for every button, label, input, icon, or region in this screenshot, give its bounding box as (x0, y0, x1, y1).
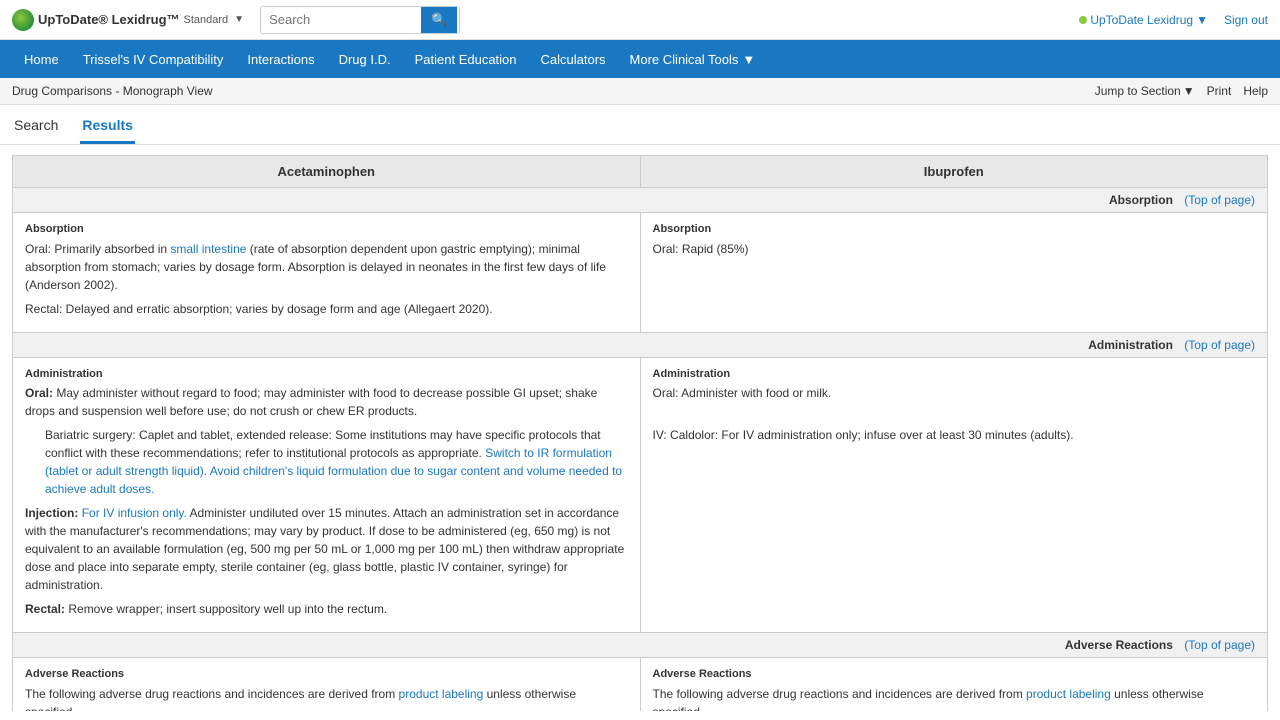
header-right: UpToDate Lexidrug ▼ Sign out (1079, 13, 1268, 27)
product-labeling-link-col2[interactable]: product labeling (1026, 687, 1111, 701)
breadcrumb-right: Jump to Section ▼ Print Help (1095, 84, 1268, 98)
uptodatelexidrug-chevron-icon: ▼ (1196, 13, 1208, 27)
administration-col1-label: Administration (25, 366, 628, 383)
nav-item-drugid[interactable]: Drug I.D. (327, 42, 403, 77)
absorption-label: Absorption (1109, 193, 1173, 207)
absorption-content-row: Absorption Oral: Primarily absorbed in s… (13, 213, 1268, 333)
jump-chevron-icon: ▼ (1183, 84, 1195, 98)
administration-col1: Administration Oral: May administer with… (13, 357, 641, 633)
adverse-reactions-header-cell: Adverse Reactions (Top of page) (13, 633, 1268, 658)
nav-item-patienteducation[interactable]: Patient Education (403, 42, 529, 77)
adverse-reactions-col2: Adverse Reactions The following adverse … (640, 658, 1268, 712)
administration-col2-text: Oral: Administer with food or milk. IV: … (653, 384, 1256, 444)
nav-item-home[interactable]: Home (12, 42, 71, 77)
adverse-reactions-col1-text: The following adverse drug reactions and… (25, 685, 628, 712)
administration-header-cell: Administration (Top of page) (13, 332, 1268, 357)
administration-col2: Administration Oral: Administer with foo… (640, 357, 1268, 633)
table-header-row: Acetaminophen Ibuprofen (13, 156, 1268, 188)
more-clinical-chevron-icon: ▼ (742, 52, 755, 67)
adverse-reactions-section-header: Adverse Reactions (Top of page) (13, 633, 1268, 658)
absorption-col1: Absorption Oral: Primarily absorbed in s… (13, 213, 641, 333)
administration-section-header: Administration (Top of page) (13, 332, 1268, 357)
absorption-header-cell: Absorption (Top of page) (13, 188, 1268, 213)
absorption-col1-text: Oral: Primarily absorbed in small intest… (25, 240, 628, 318)
col2-header: Ibuprofen (640, 156, 1268, 188)
adverse-reactions-col1-label: Adverse Reactions (25, 666, 628, 683)
adverse-reactions-top-of-page-link[interactable]: (Top of page) (1184, 638, 1255, 652)
search-button[interactable]: 🔍 (421, 7, 457, 33)
uptodatelexidrug-dot (1079, 16, 1087, 24)
nav-item-interactions[interactable]: Interactions (235, 42, 326, 77)
administration-col2-label: Administration (653, 366, 1256, 383)
tab-search[interactable]: Search (12, 113, 60, 144)
print-link[interactable]: Print (1207, 84, 1232, 98)
adverse-reactions-col2-text: The following adverse drug reactions and… (653, 685, 1256, 712)
logo-plan: Standard (184, 14, 229, 26)
absorption-col2-label: Absorption (653, 221, 1256, 238)
adverse-reactions-col2-label: Adverse Reactions (653, 666, 1256, 683)
logo-icon (12, 9, 34, 31)
col1-header: Acetaminophen (13, 156, 641, 188)
search-bar: 🔍 (260, 6, 460, 34)
absorption-section-header: Absorption (Top of page) (13, 188, 1268, 213)
administration-top-of-page-link[interactable]: (Top of page) (1184, 338, 1255, 352)
absorption-col2: Absorption Oral: Rapid (85%) (640, 213, 1268, 333)
breadcrumb-text: Drug Comparisons - Monograph View (12, 84, 213, 98)
scroll-container: Acetaminophen Ibuprofen Absorption (Top … (0, 145, 1280, 711)
tab-results[interactable]: Results (80, 113, 135, 144)
administration-col1-text: Oral: May administer without regard to f… (25, 384, 628, 618)
absorption-top-of-page-link[interactable]: (Top of page) (1184, 193, 1255, 207)
absorption-col2-text: Oral: Rapid (85%) (653, 240, 1256, 258)
administration-label: Administration (1088, 338, 1173, 352)
logo-chevron-icon[interactable]: ▼ (234, 14, 244, 25)
adverse-reactions-label: Adverse Reactions (1065, 638, 1173, 652)
adverse-reactions-col1: Adverse Reactions The following adverse … (13, 658, 641, 712)
nav-item-calculators[interactable]: Calculators (529, 42, 618, 77)
signout-link[interactable]: Sign out (1224, 13, 1268, 27)
adverse-reactions-content-row: Adverse Reactions The following adverse … (13, 658, 1268, 712)
nav-item-trisseliv[interactable]: Trissel's IV Compatibility (71, 42, 236, 77)
absorption-col1-label: Absorption (25, 221, 628, 238)
breadcrumb-bar: Drug Comparisons - Monograph View Jump t… (0, 78, 1280, 105)
nav-item-moreclinicaltools[interactable]: More Clinical Tools ▼ (618, 42, 768, 77)
uptodatelexidrug-label: UpToDate Lexidrug (1090, 13, 1193, 27)
main-nav: Home Trissel's IV Compatibility Interact… (0, 40, 1280, 78)
product-labeling-link-col1[interactable]: product labeling (399, 687, 484, 701)
administration-content-row: Administration Oral: May administer with… (13, 357, 1268, 633)
logo-text: UpToDate® Lexidrug™ (38, 12, 180, 27)
logo[interactable]: UpToDate® Lexidrug™ Standard ▼ (12, 9, 244, 31)
compare-table: Acetaminophen Ibuprofen Absorption (Top … (12, 155, 1268, 711)
search-input[interactable] (261, 8, 421, 31)
jump-to-section-link[interactable]: Jump to Section ▼ (1095, 84, 1195, 98)
header: UpToDate® Lexidrug™ Standard ▼ 🔍 UpToDat… (0, 0, 1280, 40)
tabs: Search Results (0, 105, 1280, 145)
iv-infusion-link[interactable]: For IV infusion only. (82, 506, 187, 520)
small-intestine-link[interactable]: small intestine (170, 242, 246, 256)
main-content: Acetaminophen Ibuprofen Absorption (Top … (0, 145, 1280, 711)
jump-to-section-label: Jump to Section (1095, 84, 1181, 98)
help-link[interactable]: Help (1243, 84, 1268, 98)
uptodatelexidrug-link[interactable]: UpToDate Lexidrug ▼ (1079, 13, 1208, 27)
